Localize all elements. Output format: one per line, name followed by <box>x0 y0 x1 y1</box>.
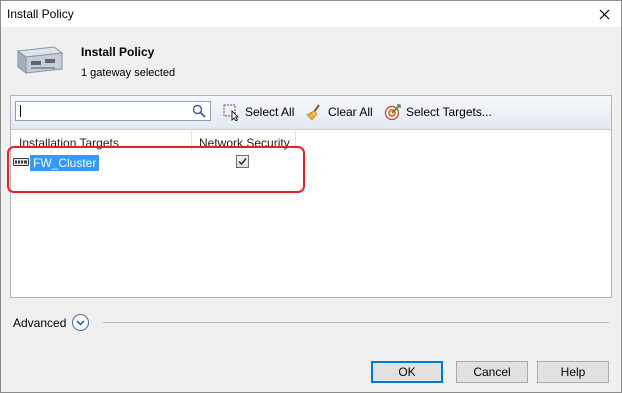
clear-all-label: Clear All <box>328 105 373 119</box>
select-targets-button[interactable]: Select Targets... <box>384 102 492 122</box>
advanced-expand-button[interactable] <box>72 314 89 331</box>
dialog-header: Install Policy 1 gateway selected <box>1 27 621 91</box>
checkmark-icon <box>238 158 247 166</box>
column-divider[interactable] <box>191 130 192 150</box>
advanced-separator <box>103 322 609 323</box>
advanced-label: Advanced <box>13 316 67 330</box>
window-title: Install Policy <box>7 7 74 21</box>
select-all-icon <box>223 104 239 121</box>
chevron-down-icon <box>76 319 85 326</box>
column-divider[interactable] <box>295 130 296 150</box>
header-subtitle: 1 gateway selected <box>81 67 176 79</box>
network-security-checkbox[interactable] <box>236 155 249 168</box>
gateway-cluster-icon <box>13 158 29 166</box>
column-header-network-security[interactable]: Network Security <box>199 136 290 150</box>
title-bar: Install Policy <box>1 1 621 27</box>
close-icon <box>599 9 609 19</box>
broom-icon <box>306 103 320 121</box>
column-headers: Installation Targets Network Security <box>11 130 611 150</box>
clear-all-button[interactable]: Clear All <box>306 102 373 122</box>
close-button[interactable] <box>587 1 621 27</box>
select-all-button[interactable]: Select All <box>223 102 294 122</box>
cancel-button[interactable]: Cancel <box>456 361 528 383</box>
select-targets-label: Select Targets... <box>406 105 492 119</box>
target-icon <box>384 103 401 120</box>
targets-toolbar: Select All Clear All Select Targets... <box>11 96 611 130</box>
ok-button[interactable]: OK <box>371 361 443 383</box>
install-policy-icon <box>14 41 66 80</box>
target-name[interactable]: FW_Cluster <box>30 155 100 171</box>
table-row[interactable]: FW_Cluster <box>11 154 611 172</box>
search-icon[interactable] <box>192 104 206 118</box>
select-all-label: Select All <box>245 105 295 119</box>
column-header-installation-targets[interactable]: Installation Targets <box>19 136 119 150</box>
help-button[interactable]: Help <box>537 361 609 383</box>
header-title: Install Policy <box>81 45 155 59</box>
text-caret <box>20 105 21 117</box>
targets-panel: Select All Clear All Select Targets... I… <box>10 95 612 298</box>
search-box[interactable] <box>15 101 211 121</box>
install-policy-dialog: Install Policy Install Policy 1 gateway … <box>0 0 622 393</box>
search-input[interactable] <box>16 102 188 120</box>
